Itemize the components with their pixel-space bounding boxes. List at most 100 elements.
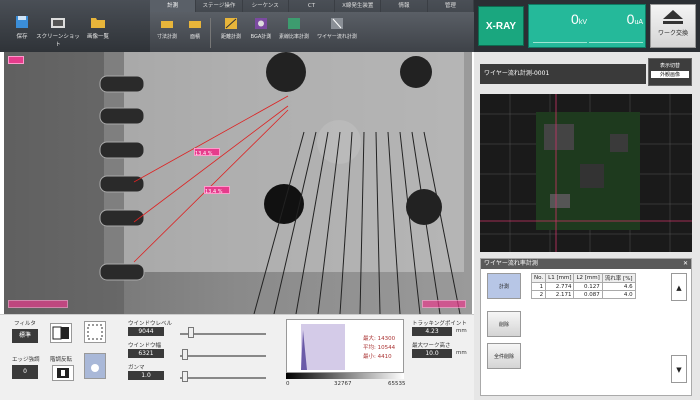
image-controls: フィルタ 標準 エッジ強調 0 階調反転 ウインドウレベル 9044 ウインドウ…: [0, 314, 474, 400]
triangle-up-icon: ▲: [676, 284, 682, 292]
tab-xray-generator[interactable]: X線発生装置: [335, 0, 382, 12]
work-change-button[interactable]: ワーク交換: [650, 4, 696, 48]
corner-marker: [8, 300, 68, 308]
tracking-value[interactable]: 4.23: [412, 327, 452, 336]
col-l1: L1 [mm]: [545, 273, 575, 283]
axis-min: 0: [286, 381, 290, 387]
scroll-down-button[interactable]: ▼: [671, 355, 687, 383]
hist-min-label: 最小: 4410: [363, 354, 392, 360]
folder-icon: [91, 18, 105, 28]
tab-measure[interactable]: 計測: [150, 0, 197, 12]
hist-avg-label: 平均: 10544: [363, 345, 396, 351]
xray-image: [4, 52, 472, 314]
table-header-row: No. L1 [mm] L2 [mm] 流れ率 [%]: [530, 273, 636, 283]
invert-label: 階調反転: [50, 357, 73, 363]
gallery-button[interactable]: 画像一覧: [78, 14, 118, 50]
corner-marker: [8, 56, 24, 64]
close-icon[interactable]: ✕: [683, 259, 688, 269]
filter-select[interactable]: 標準: [12, 329, 38, 343]
tracking-label: トラッキングポイント: [412, 321, 467, 327]
delete-button[interactable]: 削除: [487, 311, 521, 337]
corner-marker: [422, 300, 466, 308]
auto-wb-button[interactable]: [84, 353, 106, 379]
xray-button[interactable]: X-RAY: [478, 6, 524, 46]
filter-label: フィルタ: [14, 321, 36, 327]
measure-label: 13.4 %: [204, 186, 230, 195]
window-level-thumb[interactable]: [188, 327, 194, 338]
scroll-up-button[interactable]: ▲: [671, 273, 687, 301]
tube-readout: 0kV 0uA: [528, 4, 646, 48]
col-no: No.: [530, 273, 547, 283]
wire-sweep-icon: [331, 18, 343, 29]
panel-header: ワイヤー流れ率計測 ✕: [481, 259, 691, 269]
window-width-label: ウインドウ幅: [128, 343, 162, 349]
window-width-thumb[interactable]: [182, 349, 188, 360]
gamma-slider[interactable]: [180, 377, 266, 379]
tab-info[interactable]: 情報: [381, 0, 428, 12]
col-ratio: 流れ率 [%]: [601, 273, 636, 283]
wire-sweep-button[interactable]: ワイヤー流れ計測: [312, 16, 362, 50]
pcb-photo: [480, 94, 692, 252]
gamma-thumb[interactable]: [182, 371, 188, 382]
invert-icon: [57, 368, 69, 378]
display-mode-select[interactable]: 外観画像: [651, 71, 689, 78]
save-icon: [16, 16, 28, 28]
col-l2: L2 [mm]: [573, 273, 603, 283]
gray-ramp: [286, 373, 404, 379]
contrast-icon: [52, 326, 69, 340]
max-work-label: 最大ワーク高さ: [412, 343, 451, 349]
camera-icon: [51, 18, 65, 28]
display-switch-button[interactable]: 表示切替 外観画像: [648, 58, 692, 86]
max-work-value[interactable]: 10.0: [412, 349, 452, 358]
right-panel: ワイヤー流れ計測-0001 表示切替 外観画像 ワイヤー流れ率計測 ✕ 計測 削除…: [474, 52, 700, 400]
tab-sequence[interactable]: シーケンス: [243, 0, 289, 12]
gamma-value[interactable]: 1.0: [128, 371, 164, 380]
histogram: 最大: 14300 平均: 10544 最小: 4410: [286, 319, 404, 373]
table-row[interactable]: 2 2.171 0.087 4.0: [530, 290, 636, 299]
window-level-value[interactable]: 9044: [128, 327, 164, 336]
distance-measure-button[interactable]: 距離計測: [214, 16, 248, 50]
roi-button[interactable]: [84, 321, 106, 343]
window-width-slider[interactable]: [180, 355, 266, 357]
axis-mid: 32767: [334, 381, 352, 387]
wire-ratio-icon: [288, 18, 300, 29]
window-level-label: ウインドウレベル: [128, 321, 173, 327]
tracking-unit: mm: [456, 328, 467, 334]
contrast-button[interactable]: [50, 323, 72, 343]
xray-panel: X-RAY 0kV 0uA ワーク交換: [474, 0, 700, 52]
app-window: 保存 スクリーンショット 画像一覧 計測 ステージ操作 シーケンス CT X線発…: [0, 0, 700, 400]
measurement-table: No. L1 [mm] L2 [mm] 流れ率 [%] 1 2.774 0.127 4…: [530, 273, 636, 299]
bga-measure-button[interactable]: BGA計測: [244, 16, 278, 50]
ribbon-separator: [210, 18, 211, 48]
kv-readout: 0kV: [533, 11, 587, 43]
menu-tabs: 計測 ステージ操作 シーケンス CT X線発生装置 情報 管理: [150, 0, 474, 12]
tab-stage[interactable]: ステージ操作: [196, 0, 243, 12]
distance-icon: [225, 18, 237, 29]
wire-sweep-panel: ワイヤー流れ率計測 ✕ 計測 削除 全件削除 No. L1 [mm] L2 [mm…: [480, 258, 692, 396]
triangle-down-icon: ▼: [676, 366, 682, 374]
area-icon: [189, 21, 201, 28]
eject-icon: [663, 10, 683, 24]
tab-admin[interactable]: 管理: [428, 0, 474, 12]
delete-all-button[interactable]: 全件削除: [487, 343, 521, 369]
table-row[interactable]: 1 2.774 0.127 4.6: [530, 282, 636, 291]
measure-button[interactable]: 計測: [487, 273, 521, 299]
edge-select[interactable]: 0: [12, 365, 38, 379]
axis-max: 65535: [388, 381, 406, 387]
edge-label: エッジ強調: [12, 357, 40, 363]
roi-icon: [87, 324, 103, 340]
tab-ct[interactable]: CT: [289, 0, 336, 12]
max-work-unit: mm: [456, 350, 467, 356]
ua-readout: 0uA: [589, 11, 643, 43]
xray-image-view[interactable]: 13.4 % 13.4 %: [4, 52, 472, 314]
screenshot-button[interactable]: スクリーンショット: [36, 14, 80, 50]
dimension-icon: [161, 21, 173, 28]
toolbar: 保存 スクリーンショット 画像一覧 計測 ステージ操作 シーケンス CT X線発…: [0, 0, 474, 52]
invert-button[interactable]: [52, 365, 74, 381]
window-width-value[interactable]: 6321: [128, 349, 164, 358]
hist-max-label: 最大: 14300: [363, 336, 396, 342]
area-button[interactable]: 面積: [178, 16, 212, 50]
sun-icon: [91, 364, 99, 372]
overview-image[interactable]: [480, 94, 692, 252]
wire-ratio-button[interactable]: 素線比率計測: [274, 16, 314, 50]
